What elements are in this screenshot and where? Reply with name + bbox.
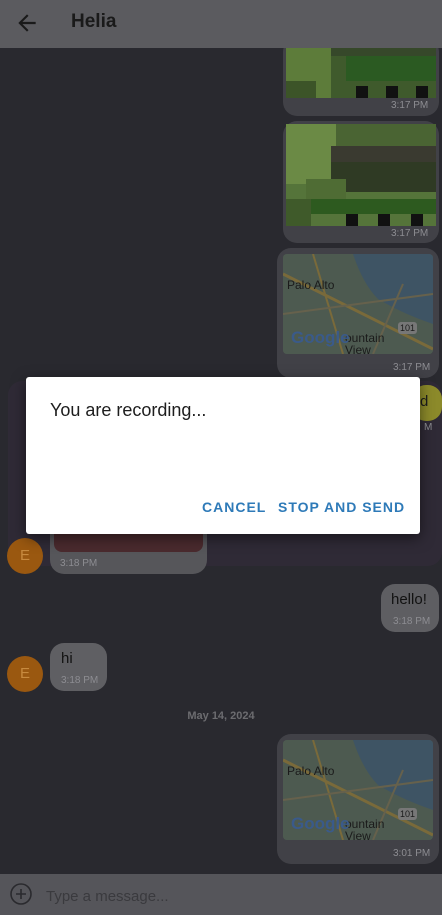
google-logo: Google xyxy=(291,328,350,347)
message-time: 3:18 PM xyxy=(61,675,99,686)
map-label-city: Palo Alto xyxy=(287,764,335,778)
message-text: hi xyxy=(61,650,73,667)
map-thumbnail: Palo Alto ountain View 101 Google xyxy=(283,740,433,840)
message-time: 3:18 PM xyxy=(60,558,98,569)
message-time: 3:17 PM xyxy=(391,228,429,239)
dialog-title: You are recording... xyxy=(50,400,207,420)
map-label-city: ountain View xyxy=(345,817,385,840)
google-logo: Google xyxy=(291,814,350,833)
message-text: hello! xyxy=(391,591,427,608)
cancel-button[interactable]: CANCEL xyxy=(202,499,266,515)
sent-text-message[interactable]: hello! 3:18 PM xyxy=(381,584,439,632)
app-bar: Helia xyxy=(0,0,442,48)
map-label-city: ountain View xyxy=(345,331,385,354)
arrow-left-icon[interactable] xyxy=(14,10,40,36)
image-thumbnail xyxy=(286,48,436,98)
sent-image-message[interactable]: 3:17 PM xyxy=(283,48,439,116)
avatar[interactable]: E xyxy=(7,656,43,692)
date-separator: May 14, 2024 xyxy=(187,710,255,722)
sent-location-message[interactable]: Palo Alto ountain View 101 Google 3:01 P… xyxy=(277,734,439,864)
message-time: 3:17 PM xyxy=(391,100,429,111)
sent-image-message[interactable]: 3:17 PM xyxy=(283,121,439,243)
message-input[interactable] xyxy=(44,884,438,908)
message-text: d xyxy=(420,393,429,410)
route-shield: 101 xyxy=(398,322,418,334)
map-thumbnail: Palo Alto ountain View 101 Google xyxy=(283,254,433,354)
message-time: M xyxy=(424,422,433,433)
message-composer xyxy=(0,874,442,915)
map-label-city: Palo Alto xyxy=(287,278,335,292)
plus-circle-icon[interactable] xyxy=(9,882,33,906)
message-time: 3:18 PM xyxy=(393,616,431,627)
message-time: 3:17 PM xyxy=(393,362,431,373)
avatar[interactable]: E xyxy=(7,538,43,574)
received-text-message[interactable]: hi 3:18 PM xyxy=(50,643,107,691)
recording-dialog: You are recording... CANCEL STOP AND SEN… xyxy=(26,377,420,534)
stop-and-send-button[interactable]: STOP AND SEND xyxy=(278,499,405,515)
message-time: 3:01 PM xyxy=(393,848,431,859)
route-shield: 101 xyxy=(398,808,418,820)
image-thumbnail xyxy=(286,124,436,226)
chat-title: Helia xyxy=(71,11,117,32)
sent-location-message[interactable]: Palo Alto ountain View 101 Google 3:17 P… xyxy=(277,248,439,378)
